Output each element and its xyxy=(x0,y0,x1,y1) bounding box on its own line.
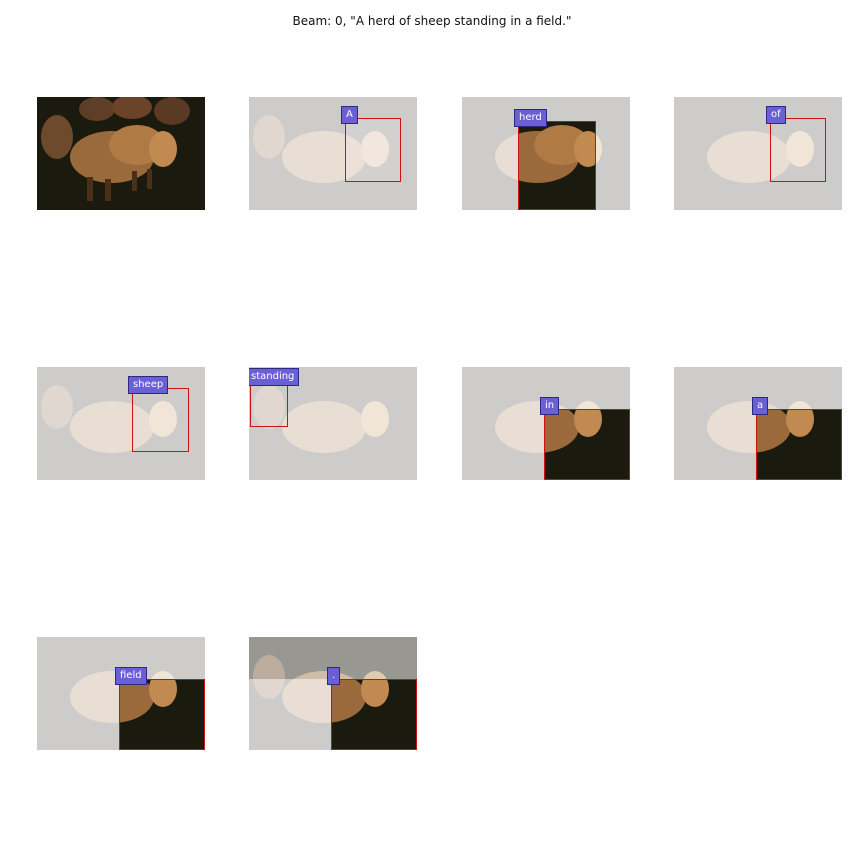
attention-box xyxy=(119,679,205,750)
panel-word-sheep: sheep xyxy=(37,367,205,480)
attention-box xyxy=(132,388,189,452)
word-label: field xyxy=(115,667,147,685)
word-label: A xyxy=(341,106,358,124)
word-label: of xyxy=(766,106,786,124)
panel-word-of: of xyxy=(674,97,842,210)
word-label: a xyxy=(752,397,769,415)
attention-box xyxy=(756,409,842,480)
attention-box xyxy=(331,679,417,750)
attention-box xyxy=(544,409,630,480)
attention-box xyxy=(250,382,288,427)
panel-word-standing: standing xyxy=(249,367,417,480)
sheep-photo xyxy=(37,97,205,210)
panel-word-in: in xyxy=(462,367,630,480)
word-label: standing xyxy=(249,368,300,386)
panel-word-period: . xyxy=(249,637,417,750)
panel-word-a: A xyxy=(249,97,417,210)
attention-box xyxy=(518,121,596,210)
panel-word-a-lower: a xyxy=(674,367,842,480)
word-label: sheep xyxy=(128,376,169,394)
panel-word-herd: herd xyxy=(462,97,630,210)
panel-word-field: field xyxy=(37,637,205,750)
attention-box xyxy=(770,118,826,182)
word-label: in xyxy=(540,397,560,415)
word-label: herd xyxy=(514,109,547,127)
word-label: . xyxy=(327,667,341,685)
attention-box xyxy=(345,118,401,182)
original-image xyxy=(37,97,205,210)
figure-title: Beam: 0, "A herd of sheep standing in a … xyxy=(292,14,572,28)
